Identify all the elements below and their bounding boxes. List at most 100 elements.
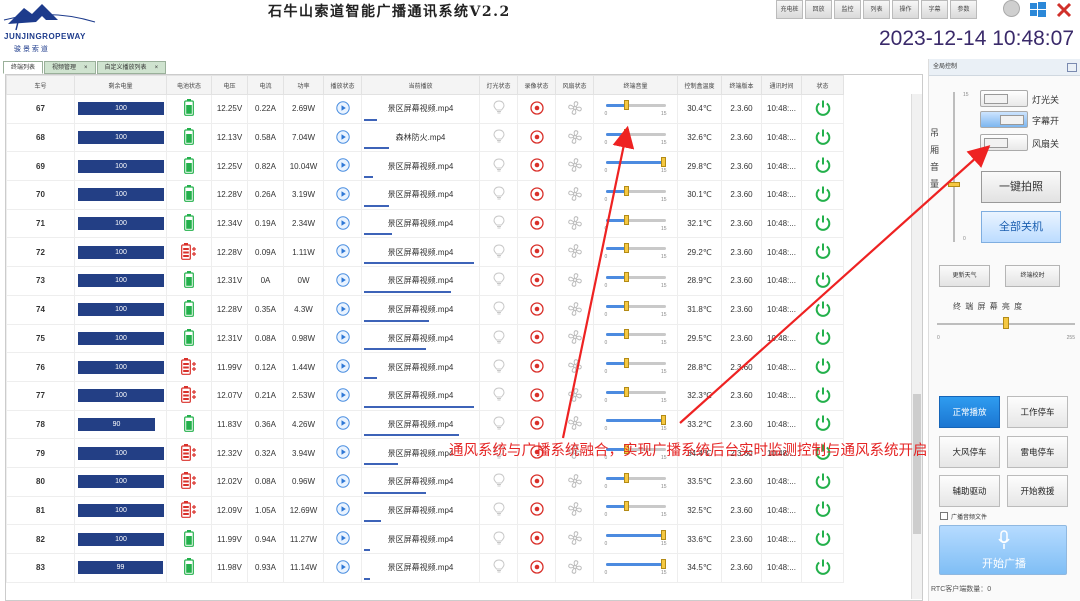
play-icon[interactable]: [335, 330, 350, 346]
col-header-fan-status[interactable]: 风扇状态: [555, 75, 594, 95]
normal-play-button[interactable]: 正常播放: [939, 396, 1000, 428]
terminal-volume-slider[interactable]: 0 15: [603, 386, 669, 406]
record-icon[interactable]: [529, 388, 544, 404]
terminal-volume-slider[interactable]: 0 15: [603, 156, 669, 176]
slider-knob[interactable]: [623, 128, 629, 139]
topbar-playback-button[interactable]: 回放: [805, 0, 832, 19]
fan-icon[interactable]: [567, 473, 583, 491]
start-rescue-button[interactable]: 开始救援: [1007, 475, 1068, 507]
play-icon[interactable]: [335, 244, 350, 260]
power-icon[interactable]: [814, 156, 832, 176]
record-icon[interactable]: [529, 302, 544, 318]
play-icon[interactable]: [335, 531, 350, 547]
col-header-volume[interactable]: 终端音量: [593, 75, 678, 95]
play-icon[interactable]: [335, 158, 350, 174]
play-icon[interactable]: [335, 273, 350, 289]
light-bulb-icon[interactable]: [492, 387, 505, 404]
table-row[interactable]: 82 100 11.99V 0.94A 11.27W 景区屏幕视频.mp4 0 15 33.6℃…: [6, 524, 844, 554]
light-bulb-icon[interactable]: [492, 100, 505, 117]
light-bulb-icon[interactable]: [492, 473, 505, 490]
light-bulb-icon[interactable]: [492, 502, 505, 519]
terminal-volume-slider[interactable]: 0 15: [603, 529, 669, 549]
slider-knob[interactable]: [623, 99, 629, 110]
col-header-status[interactable]: 状态: [801, 75, 844, 95]
record-icon[interactable]: [529, 187, 544, 203]
power-icon[interactable]: [814, 472, 832, 492]
volume-knob[interactable]: [948, 182, 960, 187]
brightness-knob[interactable]: [1003, 317, 1009, 329]
table-row[interactable]: 76 100 11.99V 0.12A 1.44W 景区屏幕视频.mp4 0 15 28.8℃ 2…: [6, 352, 844, 382]
light-bulb-icon[interactable]: [492, 129, 505, 146]
col-header-battery[interactable]: 剩余电量: [74, 75, 167, 95]
slider-knob[interactable]: [660, 157, 666, 168]
power-icon[interactable]: [814, 242, 832, 262]
photo-all-button[interactable]: 一键拍照: [981, 171, 1061, 203]
terminal-volume-slider[interactable]: 0 15: [603, 472, 669, 492]
col-header-record-status[interactable]: 录像状态: [517, 75, 556, 95]
sync-time-button[interactable]: 终端校时: [1005, 265, 1060, 287]
power-icon[interactable]: [814, 414, 832, 434]
table-scrollbar[interactable]: [911, 94, 922, 599]
slider-knob[interactable]: [623, 214, 629, 225]
fan-icon[interactable]: [567, 301, 583, 319]
power-icon[interactable]: [814, 214, 832, 234]
terminal-volume-slider[interactable]: 0 15: [603, 185, 669, 205]
slider-knob[interactable]: [660, 558, 666, 569]
table-row[interactable]: 78 90 11.83V 0.36A 4.26W 景区屏幕视频.mp4 0 15 33.2℃ 2.…: [6, 409, 844, 440]
table-row[interactable]: 67 100 12.25V 0.22A 2.69W 景区屏幕视频.mp4 0 15 30.4℃ 2…: [6, 94, 844, 124]
power-icon[interactable]: [814, 558, 832, 578]
light-bulb-icon[interactable]: [492, 330, 505, 347]
table-row[interactable]: 77 100 12.07V 0.21A 2.53W 景区屏幕视频.mp4 0 15 32.3℃ 2…: [6, 380, 844, 411]
car-volume-slider[interactable]: 15 0: [947, 92, 977, 244]
topbar-monitor-button[interactable]: 监控: [834, 0, 861, 19]
fan-icon[interactable]: [567, 243, 583, 261]
power-icon[interactable]: [814, 357, 832, 377]
terminal-volume-slider[interactable]: 0 15: [603, 242, 669, 262]
tab-close-icon[interactable]: ×: [84, 65, 88, 71]
topbar-params-button[interactable]: 参数: [950, 0, 977, 19]
tab-custom-playlist[interactable]: 自定义播放列表 ×: [96, 61, 167, 74]
fan-icon[interactable]: [567, 100, 583, 118]
terminal-volume-slider[interactable]: 0 15: [603, 271, 669, 291]
record-icon[interactable]: [529, 531, 544, 547]
play-icon[interactable]: [335, 301, 350, 318]
col-header-version[interactable]: 终端版本: [721, 75, 762, 95]
power-icon[interactable]: [814, 500, 832, 520]
power-icon[interactable]: [814, 99, 832, 119]
close-icon[interactable]: [1054, 0, 1074, 20]
power-icon[interactable]: [814, 128, 832, 148]
power-icon[interactable]: [814, 328, 832, 348]
power-icon[interactable]: [814, 271, 832, 291]
light-bulb-icon[interactable]: [492, 244, 505, 261]
record-icon[interactable]: [529, 273, 544, 289]
play-icon[interactable]: [335, 129, 350, 146]
terminal-volume-slider[interactable]: 0 15: [603, 300, 669, 320]
col-header-now-playing[interactable]: 当前播放: [361, 75, 480, 95]
col-header-current[interactable]: 电流: [247, 75, 284, 95]
record-icon[interactable]: [529, 330, 544, 346]
terminal-volume-slider[interactable]: 0 15: [603, 414, 669, 434]
power-icon[interactable]: [814, 529, 832, 549]
record-icon[interactable]: [529, 502, 544, 518]
topbar-list-button[interactable]: 列表: [863, 0, 890, 19]
aux-drive-button[interactable]: 辅助驱动: [939, 475, 1000, 507]
brightness-slider[interactable]: 0 255: [937, 317, 1075, 347]
power-icon[interactable]: [814, 185, 832, 205]
play-icon[interactable]: [335, 474, 350, 490]
terminal-volume-slider[interactable]: 0 15: [603, 99, 669, 119]
table-row[interactable]: 81 100 12.09V 1.05A 12.69W 景区屏幕视频.mp4 0 15 32.5℃…: [6, 495, 844, 526]
topbar-subtitle-button[interactable]: 字幕: [921, 0, 948, 19]
slider-knob[interactable]: [623, 300, 629, 311]
light-bulb-icon[interactable]: [492, 215, 505, 232]
play-icon[interactable]: [335, 560, 350, 576]
col-header-temp[interactable]: 控制盒温度: [677, 75, 722, 95]
topbar-operate-button[interactable]: 操作: [892, 0, 919, 19]
slider-knob[interactable]: [623, 386, 629, 397]
record-icon[interactable]: [529, 158, 544, 174]
record-icon[interactable]: [529, 101, 544, 117]
fan-toggle[interactable]: [980, 134, 1028, 151]
col-header-play-status[interactable]: 播放状态: [323, 75, 362, 95]
slider-knob[interactable]: [623, 271, 629, 282]
fan-icon[interactable]: [567, 415, 583, 433]
start-broadcast-button[interactable]: 开始广播: [939, 525, 1067, 575]
